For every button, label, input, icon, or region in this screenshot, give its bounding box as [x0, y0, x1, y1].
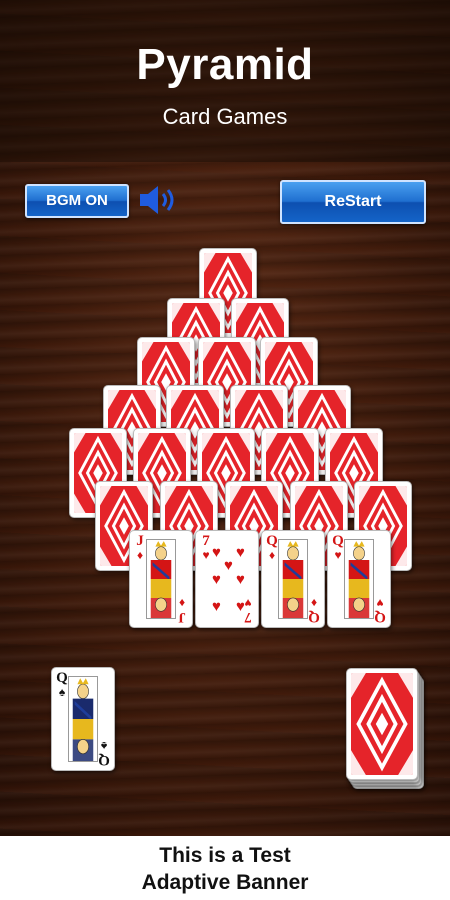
card-face-up[interactable]: Q ♦ Q ♦: [261, 530, 325, 628]
court-card-figure: [344, 539, 374, 619]
card-suit-icon: ♥: [376, 596, 384, 610]
card-suit-icon: ♦: [136, 548, 144, 562]
card-rank: Q: [374, 609, 386, 625]
card-pip-icon: ♥: [212, 572, 221, 588]
card-rank: J: [178, 609, 186, 625]
court-card-figure: [278, 539, 308, 619]
card-corner-index: Q ♦: [265, 533, 279, 562]
game-title: Pyramid: [136, 40, 314, 89]
card-corner-index: Q ♠: [97, 739, 111, 768]
ad-banner[interactable]: This is a Test Adaptive Banner: [0, 836, 450, 900]
restart-button[interactable]: ReStart: [280, 180, 426, 224]
card-suit-icon: ♦: [178, 596, 186, 610]
banner-line-2: Adaptive Banner: [141, 871, 309, 894]
card-suit-icon: ♥: [334, 548, 342, 562]
card-rank: Q: [266, 533, 278, 549]
card-face-up[interactable]: Q ♥ Q ♥: [327, 530, 391, 628]
waste-card[interactable]: Q ♠ Q ♠: [51, 667, 115, 771]
card-suit-icon: ♦: [268, 548, 276, 562]
stock-card[interactable]: [346, 668, 418, 780]
card-pip-icon: ♥: [236, 544, 245, 561]
card-corner-index: Q ♥: [373, 596, 387, 625]
card-pip-icon: ♥: [236, 599, 245, 616]
card-corner-index: Q ♠: [55, 670, 69, 699]
card-pip-icon: ♥: [236, 572, 245, 588]
card-suit-icon: ♠: [100, 739, 108, 753]
card-corner-index: 7 ♥: [199, 533, 213, 562]
card-rank: 7: [202, 533, 210, 549]
court-card-figure: [146, 539, 176, 619]
card-rank: Q: [56, 670, 68, 686]
card-pip-icon: ♥: [224, 557, 233, 574]
card-pip-icon: ♥: [212, 599, 221, 616]
game-table: Pyramid Card Games BGM ON ReStart J ♦ J ♦ 7 ♥…: [0, 0, 450, 836]
game-subtitle: Card Games: [162, 104, 288, 129]
bgm-toggle-button[interactable]: BGM ON: [25, 184, 129, 218]
speaker-icon[interactable]: [138, 184, 184, 216]
card-suit-icon: ♠: [58, 685, 66, 699]
banner-line-1: This is a Test: [159, 844, 291, 867]
card-suit-icon: ♥: [202, 548, 210, 562]
card-rank: Q: [98, 752, 110, 768]
card-pip-icon: ♥: [212, 544, 221, 561]
card-face-up[interactable]: 7 ♥ 7 ♥ ♥ ♥ ♥ ♥ ♥ ♥ ♥: [195, 530, 259, 628]
card-rank: Q: [308, 609, 320, 625]
card-corner-index: J ♦: [175, 596, 189, 625]
card-face-up[interactable]: J ♦ J ♦: [129, 530, 193, 628]
card-corner-index: Q ♥: [331, 533, 345, 562]
card-back-pattern: [351, 673, 413, 775]
court-card-figure: [68, 676, 98, 762]
header: Pyramid Card Games: [0, 0, 450, 162]
card-corner-index: Q ♦: [307, 596, 321, 625]
card-rank: Q: [332, 533, 344, 549]
card-suit-icon: ♦: [310, 596, 318, 610]
card-corner-index: J ♦: [133, 533, 147, 562]
card-rank: J: [136, 533, 144, 549]
